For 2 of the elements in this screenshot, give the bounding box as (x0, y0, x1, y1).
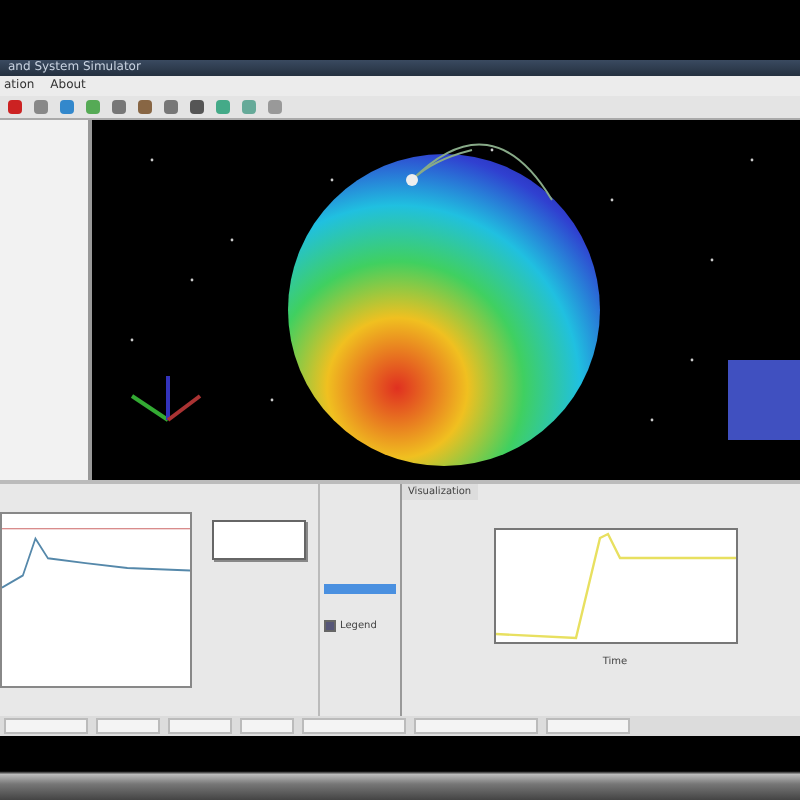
popup-menu[interactable] (212, 520, 306, 560)
legend-checkbox[interactable] (324, 620, 336, 632)
